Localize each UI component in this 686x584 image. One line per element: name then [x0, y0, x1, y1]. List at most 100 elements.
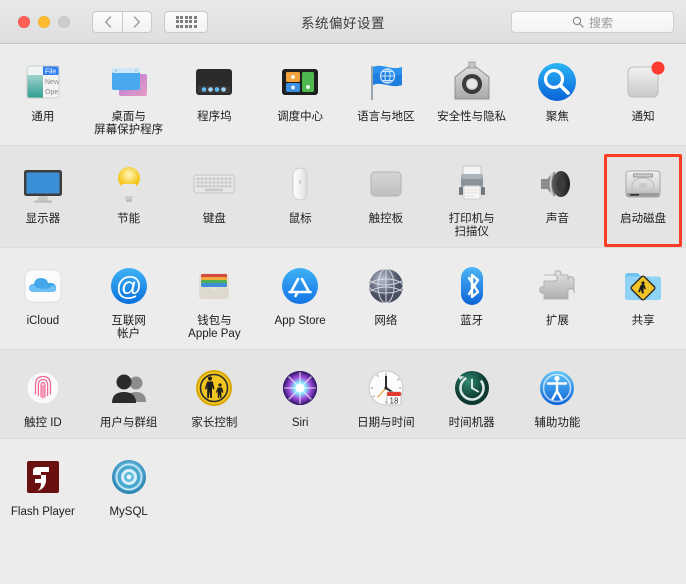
pref-pane-energy[interactable]: 节能 — [86, 158, 172, 239]
network-icon — [362, 262, 410, 310]
printers-scanners-icon — [448, 160, 496, 208]
pref-pane-label: 安全性与隐私 — [437, 111, 506, 124]
forward-button[interactable] — [122, 11, 152, 33]
desktop-screensaver-icon — [105, 58, 153, 106]
pref-pane-icloud[interactable]: iCloud — [0, 260, 86, 341]
pref-pane-internet-accounts[interactable]: @互联网 帐户 — [86, 260, 172, 341]
language-region-icon — [362, 58, 410, 106]
pref-pane-network[interactable]: 网络 — [343, 260, 429, 341]
navigation-buttons — [92, 11, 152, 33]
preferences-row: 触控 ID 用户与群组 家长控制 — [0, 350, 686, 439]
pref-pane-sound[interactable]: 声音 — [515, 158, 601, 239]
pref-pane-label: 钱包与 Apple Pay — [188, 315, 240, 341]
pref-pane-mission-control[interactable]: 调度中心 — [257, 56, 343, 137]
pref-pane-general[interactable]: File New Ope 通用 — [0, 56, 86, 137]
pref-pane-label: 触控 ID — [24, 417, 62, 430]
pref-pane-label: Siri — [292, 417, 309, 430]
notifications-icon — [619, 58, 667, 106]
pref-pane-users-groups[interactable]: 用户与群组 — [86, 362, 172, 430]
system-preferences-window: 系统偏好设置 搜索 File New Ope 通用 — [0, 0, 686, 584]
pref-pane-extensions[interactable]: 扩展 — [515, 260, 601, 341]
internet-accounts-icon: @ — [105, 262, 153, 310]
spotlight-icon — [533, 58, 581, 106]
preferences-grid: File New Ope 通用 桌面与 屏幕保护程序 程序坞 调度中心 — [0, 44, 686, 584]
internet-accounts-icon: @ — [105, 262, 153, 310]
pref-pane-label: 用户与群组 — [100, 417, 158, 430]
pref-pane-label: iCloud — [27, 315, 60, 328]
pref-pane-sharing[interactable]: 共享 — [600, 260, 686, 341]
pref-pane-label: MySQL — [109, 506, 147, 519]
pref-pane-touch-id[interactable]: 触控 ID — [0, 362, 86, 430]
pref-pane-dock[interactable]: 程序坞 — [172, 56, 258, 137]
flash-player-icon — [19, 453, 67, 501]
traffic-lights — [18, 16, 70, 28]
app-store-icon — [276, 262, 324, 310]
pref-pane-label: 程序坞 — [197, 111, 232, 124]
search-placeholder: 搜索 — [589, 14, 613, 31]
network-icon — [362, 262, 410, 310]
pref-pane-desktop[interactable]: 桌面与 屏幕保护程序 — [86, 56, 172, 137]
pref-pane-notifications[interactable]: 通知 — [600, 56, 686, 137]
pref-pane-bluetooth[interactable]: 蓝牙 — [429, 260, 515, 341]
pref-pane-accessibility[interactable]: 辅助功能 — [515, 362, 601, 430]
chevron-right-icon — [133, 16, 141, 28]
pref-pane-label: 聚焦 — [546, 111, 569, 124]
date-time-icon: 18 — [362, 364, 410, 412]
pref-pane-label: 时间机器 — [449, 417, 495, 430]
pref-pane-wallet[interactable]: 钱包与 Apple Pay — [172, 260, 258, 341]
extensions-icon — [533, 262, 581, 310]
bluetooth-icon — [448, 262, 496, 310]
svg-text:Ope: Ope — [45, 89, 58, 96]
pref-pane-label: 鼠标 — [289, 213, 312, 226]
pref-pane-date-time[interactable]: 18日期与时间 — [343, 362, 429, 430]
chevron-left-icon — [104, 16, 112, 28]
zoom-button[interactable] — [58, 16, 70, 28]
pref-pane-trackpad[interactable]: 触控板 — [343, 158, 429, 239]
pref-pane-label: 显示器 — [26, 213, 61, 226]
pref-pane-label: 共享 — [632, 315, 655, 328]
displays-icon — [19, 160, 67, 208]
pref-pane-printers[interactable]: 打印机与 扫描仪 — [429, 158, 515, 239]
keyboard-icon — [190, 160, 238, 208]
search-field[interactable]: 搜索 — [511, 11, 674, 33]
pref-pane-spotlight[interactable]: 聚焦 — [515, 56, 601, 137]
pref-pane-label: 启动磁盘 — [620, 213, 666, 226]
touch-id-icon — [19, 364, 67, 412]
keyboard-icon — [190, 160, 238, 208]
pref-pane-label: Flash Player — [11, 506, 75, 519]
preferences-row: 显示器 节能 — [0, 146, 686, 248]
flash-player-icon — [19, 453, 67, 501]
touch-id-icon — [19, 364, 67, 412]
pref-pane-siri[interactable]: Siri — [257, 362, 343, 430]
time-machine-icon — [448, 364, 496, 412]
show-all-button[interactable] — [164, 11, 208, 33]
pref-pane-displays[interactable]: 显示器 — [0, 158, 86, 239]
pref-pane-parental-controls[interactable]: 家长控制 — [172, 362, 258, 430]
titlebar: 系统偏好设置 搜索 — [0, 0, 686, 44]
back-button[interactable] — [92, 11, 122, 33]
siri-icon — [276, 364, 324, 412]
mission-control-icon — [276, 58, 324, 106]
pref-pane-security[interactable]: 安全性与隐私 — [429, 56, 515, 137]
trackpad-icon — [362, 160, 410, 208]
close-button[interactable] — [18, 16, 30, 28]
startup-disk-icon — [619, 160, 667, 208]
app-store-icon — [276, 262, 324, 310]
svg-text:@: @ — [115, 271, 141, 301]
pref-pane-mouse[interactable]: 鼠标 — [257, 158, 343, 239]
parental-controls-icon — [190, 364, 238, 412]
notifications-icon — [619, 58, 667, 106]
pref-pane-keyboard[interactable]: 键盘 — [172, 158, 258, 239]
mission-control-icon — [276, 58, 324, 106]
minimize-button[interactable] — [38, 16, 50, 28]
pref-pane-label: 桌面与 屏幕保护程序 — [94, 111, 163, 137]
siri-icon — [276, 364, 324, 412]
pref-pane-mysql[interactable]: MySQL — [86, 451, 172, 519]
mysql-icon — [105, 453, 153, 501]
pref-pane-app-store[interactable]: App Store — [257, 260, 343, 341]
sharing-icon — [619, 262, 667, 310]
pref-pane-language[interactable]: 语言与地区 — [343, 56, 429, 137]
pref-pane-flash-player[interactable]: Flash Player — [0, 451, 86, 519]
pref-pane-startup-disk[interactable]: 启动磁盘 — [600, 158, 686, 239]
pref-pane-time-machine[interactable]: 时间机器 — [429, 362, 515, 430]
